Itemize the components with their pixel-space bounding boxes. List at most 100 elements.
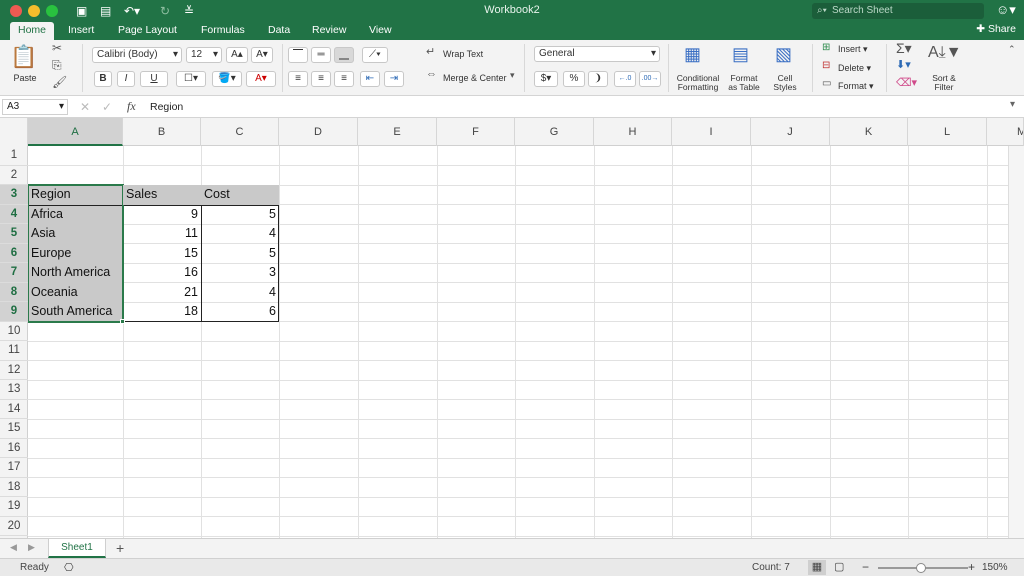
- insert-function-icon[interactable]: fx: [127, 99, 136, 114]
- cell-c7[interactable]: 3: [201, 263, 279, 283]
- cell-c5[interactable]: 4: [201, 224, 279, 244]
- sort-filter-icon[interactable]: A⤓▼: [928, 44, 962, 62]
- cell-c3[interactable]: Cost: [201, 185, 279, 205]
- tab-formulas[interactable]: Formulas: [193, 22, 253, 40]
- align-middle-button[interactable]: ═: [311, 47, 331, 63]
- column-header-g[interactable]: G: [515, 118, 594, 146]
- bold-button[interactable]: B: [94, 71, 112, 87]
- format-as-table-icon[interactable]: ▤: [732, 44, 749, 65]
- borders-button[interactable]: ☐▾: [176, 71, 206, 87]
- cell-b3[interactable]: Sales: [123, 185, 201, 205]
- row-header-6[interactable]: 6: [0, 243, 28, 263]
- align-center-button[interactable]: ≡: [311, 71, 331, 87]
- row-header-10[interactable]: 10: [0, 322, 28, 341]
- row-header-14[interactable]: 14: [0, 400, 28, 419]
- row-header-17[interactable]: 17: [0, 458, 28, 478]
- font-size-select[interactable]: 12 ▾: [186, 47, 222, 63]
- zoom-slider-thumb[interactable]: [916, 563, 926, 573]
- row-header-19[interactable]: 19: [0, 497, 28, 517]
- cell-styles-button[interactable]: Cell Styles: [768, 74, 802, 92]
- column-header-c[interactable]: C: [201, 118, 279, 146]
- comma-style-button[interactable]: ❩: [588, 71, 608, 87]
- column-header-k[interactable]: K: [830, 118, 908, 146]
- conditional-formatting-icon[interactable]: ▦: [684, 44, 701, 65]
- column-header-h[interactable]: H: [594, 118, 672, 146]
- cell-a6[interactable]: Europe: [28, 244, 123, 264]
- normal-view-icon[interactable]: ▦: [808, 560, 826, 575]
- column-header-f[interactable]: F: [437, 118, 515, 146]
- column-header-a[interactable]: A: [28, 118, 123, 146]
- fill-handle[interactable]: [120, 319, 125, 324]
- column-header-b[interactable]: B: [123, 118, 201, 146]
- row-header-13[interactable]: 13: [0, 380, 28, 400]
- cell-c8[interactable]: 4: [201, 283, 279, 303]
- cut-icon[interactable]: ✂: [52, 41, 62, 55]
- paste-icon[interactable]: 📋: [10, 44, 37, 70]
- row-header-9[interactable]: 9: [0, 302, 28, 322]
- zoom-level[interactable]: 150%: [982, 562, 1008, 573]
- cell-c9[interactable]: 6: [201, 302, 279, 322]
- currency-button[interactable]: $▾: [534, 71, 558, 87]
- tab-review[interactable]: Review: [304, 22, 354, 40]
- format-as-table-button[interactable]: Format as Table: [722, 74, 766, 92]
- row-header-18[interactable]: 18: [0, 478, 28, 497]
- cell-a9[interactable]: South America: [28, 302, 123, 322]
- cell-a8[interactable]: Oceania: [28, 283, 123, 303]
- wrap-text-icon[interactable]: ↵: [426, 45, 435, 58]
- paste-label[interactable]: Paste: [6, 74, 44, 83]
- format-cells-icon[interactable]: ▭: [822, 78, 831, 89]
- row-header-16[interactable]: 16: [0, 439, 28, 458]
- tab-insert[interactable]: Insert: [60, 22, 102, 40]
- cell-a5[interactable]: Asia: [28, 224, 123, 244]
- zoom-in-icon[interactable]: +: [968, 560, 975, 574]
- underline-button[interactable]: U: [140, 71, 168, 87]
- cancel-icon[interactable]: ✕: [80, 100, 90, 114]
- chevron-down-icon[interactable]: ▾: [510, 70, 515, 81]
- row-header-2[interactable]: 2: [0, 166, 28, 185]
- formula-input[interactable]: Region: [150, 101, 183, 113]
- italic-button[interactable]: I: [117, 71, 135, 87]
- enter-icon[interactable]: ✓: [102, 100, 112, 114]
- format-painter-icon[interactable]: 🖌: [52, 75, 67, 89]
- chevron-down-icon[interactable]: ▾: [1010, 99, 1015, 110]
- font-name-select[interactable]: Calibri (Body) ▾: [92, 47, 182, 63]
- cell-b8[interactable]: 21: [123, 283, 201, 303]
- fill-color-button[interactable]: 🪣▾: [212, 71, 242, 87]
- decrease-font-size-button[interactable]: A▾: [251, 47, 273, 63]
- cell-a4[interactable]: Africa: [28, 205, 123, 225]
- percent-button[interactable]: %: [563, 71, 585, 87]
- zoom-out-icon[interactable]: −: [862, 560, 869, 574]
- decrease-indent-button[interactable]: ⇤: [360, 71, 380, 87]
- delete-cells-button[interactable]: Delete ▾: [838, 64, 871, 73]
- tab-view[interactable]: View: [361, 22, 400, 40]
- merge-center-icon[interactable]: ⇔: [426, 68, 437, 80]
- cell-b9[interactable]: 18: [123, 302, 201, 322]
- increase-decimal-button[interactable]: ←.0: [614, 71, 636, 87]
- insert-cells-icon[interactable]: ⊞: [822, 42, 830, 53]
- vertical-scrollbar[interactable]: [1008, 146, 1024, 538]
- row-header-8[interactable]: 8: [0, 282, 28, 302]
- align-bottom-button[interactable]: ⎽: [334, 47, 354, 63]
- row-header-15[interactable]: 15: [0, 419, 28, 439]
- font-color-button[interactable]: A▾: [246, 71, 276, 87]
- decrease-decimal-button[interactable]: .00→: [639, 71, 661, 87]
- autosum-icon[interactable]: Σ▾: [896, 40, 912, 57]
- cell-b6[interactable]: 15: [123, 244, 201, 264]
- format-cells-button[interactable]: Format ▾: [838, 82, 874, 91]
- sheet-tab-sheet1[interactable]: Sheet1: [48, 539, 106, 558]
- column-header-m[interactable]: M: [987, 118, 1024, 146]
- cell-b5[interactable]: 11: [123, 224, 201, 244]
- tab-data[interactable]: Data: [260, 22, 298, 40]
- row-header-1[interactable]: 1: [0, 146, 28, 166]
- user-icon[interactable]: ☺▾: [996, 2, 1016, 18]
- add-sheet-icon[interactable]: +: [116, 540, 124, 556]
- conditional-formatting-button[interactable]: Conditional Formatting: [672, 74, 724, 92]
- column-header-l[interactable]: L: [908, 118, 987, 146]
- row-header-3[interactable]: 3: [0, 185, 28, 205]
- cell-styles-icon[interactable]: ▧: [775, 44, 792, 65]
- copy-icon[interactable]: ⎘: [52, 58, 62, 73]
- row-header-20[interactable]: 20: [0, 517, 28, 536]
- worksheet-grid[interactable]: Region Sales Cost Africa 9 5 Asia 11 4 E…: [28, 146, 1008, 538]
- row-header-7[interactable]: 7: [0, 263, 28, 283]
- cell-a7[interactable]: North America: [28, 263, 123, 283]
